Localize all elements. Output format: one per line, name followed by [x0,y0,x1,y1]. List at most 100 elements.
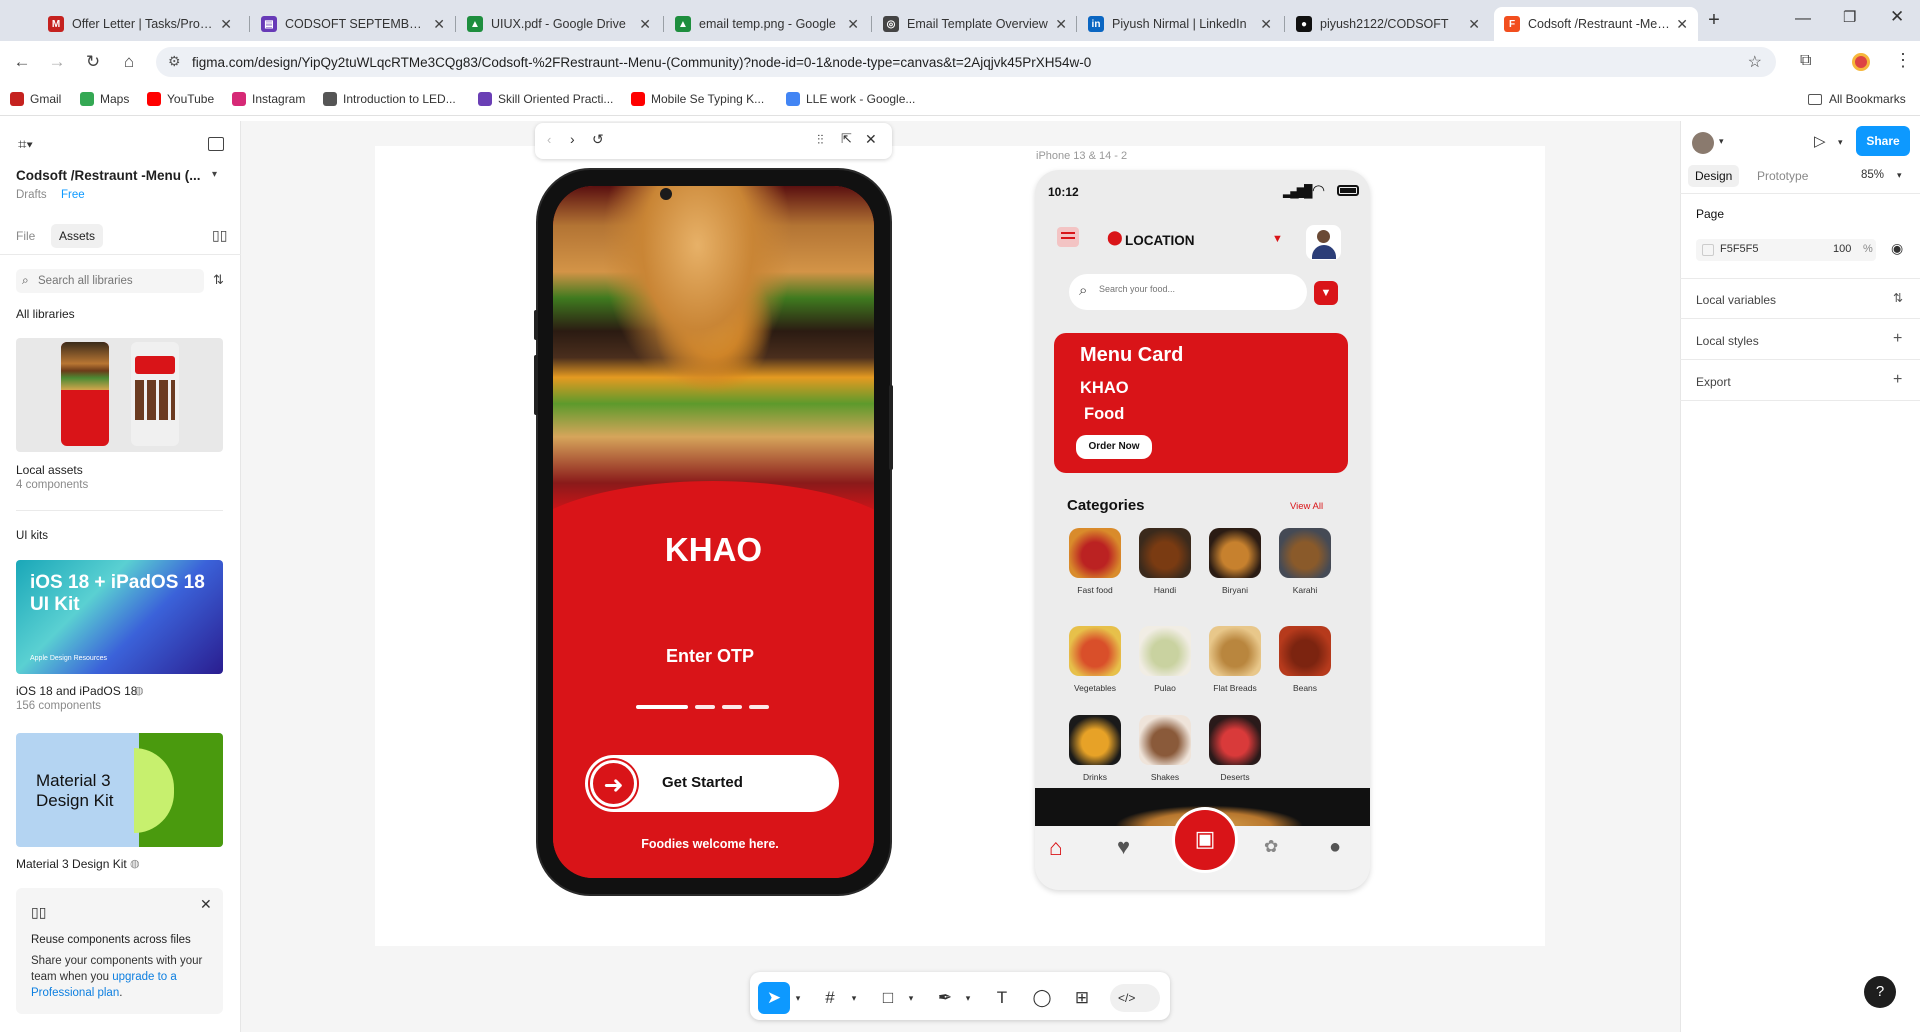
category-image[interactable] [1209,626,1261,676]
tab-close-icon[interactable]: ✕ [1260,16,1272,33]
tab-close-icon[interactable]: ✕ [1055,16,1067,33]
material-kit-thumbnail[interactable]: Material 3 Design Kit [16,733,223,847]
category-image[interactable] [1069,528,1121,578]
location-dropdown-icon[interactable]: ▼ [1272,233,1283,245]
local-assets-label[interactable]: Local assets [16,463,83,477]
maximize-button[interactable]: ❐ [1843,8,1856,26]
user-avatar[interactable] [1306,225,1341,260]
plan-badge[interactable]: Free [61,189,85,201]
bookmark-item[interactable]: Introduction to LED... [323,92,456,106]
bookmark-item[interactable]: Mobile Se Typing K... [631,92,764,106]
back-icon[interactable]: ← [11,51,33,73]
category-label[interactable]: Biryani [1200,585,1270,595]
drafts-label[interactable]: Drafts [16,189,47,201]
library-search-box[interactable]: ⌕ [16,269,204,293]
actions-tool-icon[interactable]: ⊞ [1070,982,1094,1014]
category-label[interactable]: Handi [1130,585,1200,595]
category-label[interactable]: Deserts [1200,772,1270,782]
prev-frame-icon[interactable]: ‹ [547,132,551,147]
category-image[interactable] [1139,626,1191,676]
tab-design[interactable]: Design [1688,165,1740,187]
move-tool-button[interactable]: ➤ [758,982,790,1014]
category-image[interactable] [1069,715,1121,765]
category-label[interactable]: Vegetables [1060,683,1130,693]
toggle-sidebar-icon[interactable] [208,137,224,151]
bookmark-item[interactable]: Instagram [232,92,305,106]
category-label[interactable]: Fast food [1060,585,1130,595]
category-image[interactable] [1279,528,1331,578]
bookmark-item[interactable]: YouTube [147,92,214,106]
profile-avatar[interactable] [1852,53,1870,71]
figma-main-menu-icon[interactable]: ⌗▾ [18,136,33,153]
add-export-icon[interactable]: + [1893,371,1902,389]
tab-prototype[interactable]: Prototype [1757,169,1808,183]
nav-favorites-icon[interactable]: ♥ [1117,834,1130,860]
category-label[interactable]: Flat Breads [1200,683,1270,693]
nav-home-icon[interactable]: ⌂ [1049,834,1063,861]
view-all-link[interactable]: View All [1290,501,1323,512]
dismiss-card-icon[interactable]: ✕ [200,896,212,913]
settings-sliders-icon[interactable]: ⫶⫶ [817,132,824,148]
color-swatch[interactable] [1702,244,1714,256]
browser-menu-icon[interactable]: ⋮ [1894,50,1912,71]
extensions-icon[interactable]: ⧉ [1800,52,1811,70]
home-icon[interactable]: ⌂ [118,51,140,73]
bookmark-star-icon[interactable]: ☆ [1748,52,1762,72]
open-external-icon[interactable]: ⇱ [841,131,852,147]
browser-tab[interactable]: ▤ CODSOFT SEPTEMBER TA ✕ [251,7,455,41]
all-bookmarks[interactable]: All Bookmarks [1808,92,1906,106]
category-label[interactable]: Karahi [1270,585,1340,595]
file-menu-chevron-icon[interactable]: ▾ [212,169,217,180]
forward-icon[interactable]: → [46,51,68,73]
pen-tool-icon[interactable]: ✒ [933,982,957,1014]
nav-profile-icon[interactable]: ● [1329,836,1341,859]
shape-tool-icon[interactable]: □ [876,982,900,1014]
text-tool-icon[interactable]: T [990,982,1014,1014]
tab-close-icon[interactable]: ✕ [220,16,232,33]
minimize-button[interactable]: — [1795,10,1811,28]
close-window-button[interactable]: ✕ [1890,7,1904,27]
browser-tab[interactable]: ▲ UIUX.pdf - Google Drive ✕ [457,7,661,41]
tab-close-icon[interactable]: ✕ [639,16,651,33]
bookmark-item[interactable]: Skill Oriented Practi... [478,92,613,106]
browser-tab[interactable]: ▲ email temp.png - Google ✕ [665,7,869,41]
browser-tab[interactable]: F Codsoft /Restraunt -Menu ✕ [1494,7,1698,41]
add-style-icon[interactable]: + [1893,330,1902,348]
browser-tab[interactable]: ● piyush2122/CODSOFT ✕ [1286,7,1490,41]
library-book-icon[interactable]: ▯▯ [212,227,227,244]
material-kit-name[interactable]: Material 3 Design Kit [16,857,127,871]
shape-tool-chevron-icon[interactable]: ▾ [905,982,917,1014]
restart-icon[interactable]: ↺ [592,131,604,148]
tab-assets[interactable]: Assets [51,224,104,248]
category-image[interactable] [1209,528,1261,578]
menu-screen[interactable]: 10:12 ▂▄▆█ ◠ ⬤ LOCATION ▼ ⌕ ▼ Menu Card … [1035,170,1370,890]
avatar-chevron-icon[interactable]: ▾ [1719,136,1724,147]
ios-kit-thumbnail[interactable]: iOS 18 + iPadOS 18 UI Kit Apple Design R… [16,560,223,674]
export-row[interactable]: Export [1696,375,1731,389]
frame-tool-chevron-icon[interactable]: ▾ [848,982,860,1014]
tab-close-icon[interactable]: ✕ [433,16,445,33]
category-image[interactable] [1279,626,1331,676]
frame-label[interactable]: iPhone 13 & 14 - 2 [1036,150,1127,162]
food-search-input[interactable] [1099,284,1289,294]
ios-kit-name[interactable]: iOS 18 and iPadOS 18 [16,684,137,698]
url-field[interactable]: ⚙ figma.com/design/YipQy2tuWLqcRTMe3CQg8… [156,47,1776,77]
local-assets-thumbnail[interactable] [16,338,223,452]
present-play-icon[interactable]: ▷ [1814,132,1826,150]
present-chevron-icon[interactable]: ▾ [1838,137,1843,148]
close-viewer-icon[interactable]: ✕ [865,131,877,148]
category-label[interactable]: Drinks [1060,772,1130,782]
multiplayer-avatar[interactable] [1692,132,1714,154]
dev-mode-toggle[interactable]: </> [1110,984,1160,1012]
category-image[interactable] [1209,715,1261,765]
bookmark-item[interactable]: LLE work - Google... [786,92,915,106]
background-fill-field[interactable]: F5F5F5 100 % [1696,239,1876,261]
nav-offers-icon[interactable]: ✿ [1264,837,1278,857]
bookmark-item[interactable]: Gmail [10,92,61,106]
new-tab-button[interactable]: + [1703,10,1725,32]
location-label[interactable]: LOCATION [1125,233,1195,248]
category-image[interactable] [1069,626,1121,676]
category-label[interactable]: Pulao [1130,683,1200,693]
bookmark-item[interactable]: Maps [80,92,129,106]
tab-close-icon[interactable]: ✕ [1468,16,1480,33]
